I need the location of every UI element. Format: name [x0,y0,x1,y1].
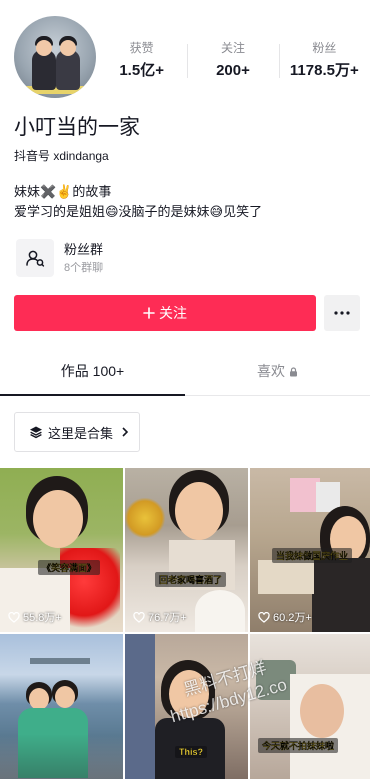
fan-group-title: 粉丝群 [64,242,104,257]
collection-button[interactable]: 这里是合集 [14,412,140,452]
fan-group-subtitle: 8个群聊 [64,262,104,274]
video-caption: 《笑容满面》 [38,560,101,575]
tab-label: 喜欢 [257,363,286,379]
video-likes: 55.8万+ [8,609,62,625]
likes-count: 60.2万+ [273,612,312,624]
video-tile[interactable]: 《笑容满面》 55.8万+ [0,468,123,632]
profile-tabs: 作品 100+ 喜欢 [0,352,370,396]
video-tile[interactable]: 回老家喝喜酒了 76.7万+ [125,468,248,632]
bio-line: 爱学习的是姐姐😄没脑子的是妹妹😅见笑了 [14,204,263,219]
video-likes: 60.2万+ [258,609,312,625]
follow-label: 关注 [159,305,187,321]
stat-value: 200+ [216,62,250,79]
bio-line: 妹妹✖️✌️的故事 [14,184,112,199]
stack-icon [30,426,42,439]
video-grid: 《笑容满面》 55.8万+ 回老家喝喜酒了 76.7万+ 当我妹做国庆作业 60… [0,468,370,779]
tab-works[interactable]: 作品 100+ [0,352,185,396]
video-caption: 回老家喝喜酒了 [155,572,227,587]
profile-name: 小叮当的一家 [14,116,140,139]
stat-label: 获赞 [129,41,154,55]
more-dots-icon [334,311,350,315]
video-caption: 今天就不拍妹妹啦 [258,738,339,753]
video-caption: 当我妹做国庆作业 [272,548,353,563]
stat-label: 粉丝 [312,41,337,55]
video-likes: 76.7万+ [133,609,187,625]
video-tile[interactable]: 当我妹做国庆作业 60.2万+ [250,468,370,632]
avatar[interactable] [14,16,96,98]
stat-label: 关注 [220,41,245,55]
video-tile[interactable] [0,634,123,779]
fan-group-entry[interactable]: 粉丝群 8个群聊 [14,238,214,280]
heart-icon [258,611,270,623]
chevron-right-icon [122,427,129,437]
stat-following[interactable]: 关注 200+ [187,40,278,84]
stat-value: 1178.5万+ [289,62,359,79]
stat-likes[interactable]: 获赞 1.5亿+ [96,40,187,84]
tab-likes[interactable]: 喜欢 [185,352,370,395]
follow-button[interactable]: 关注 [14,295,316,331]
group-chat-icon [16,239,54,277]
video-caption: This? [175,746,207,758]
profile-bio: 妹妹✖️✌️的故事 爱学习的是姐姐😄没脑子的是妹妹😅见笑了 [14,182,262,222]
profile-header: 获赞 1.5亿+ 关注 200+ 粉丝 1178.5万+ [0,0,370,110]
more-button[interactable] [324,295,360,331]
likes-count: 76.7万+ [148,612,187,624]
collection-label: 这里是合集 [48,425,114,441]
lock-icon [289,367,297,377]
plus-icon [143,307,155,319]
douyin-id: 抖音号 xdindanga [14,149,109,163]
stat-value: 1.5亿+ [119,62,164,79]
heart-icon [8,611,20,623]
tab-label: 作品 100+ [60,363,125,379]
likes-count: 55.8万+ [23,612,62,624]
stat-followers[interactable]: 粉丝 1178.5万+ [278,40,370,84]
heart-icon [133,611,145,623]
profile-stats: 获赞 1.5亿+ 关注 200+ 粉丝 1178.5万+ [96,40,370,84]
